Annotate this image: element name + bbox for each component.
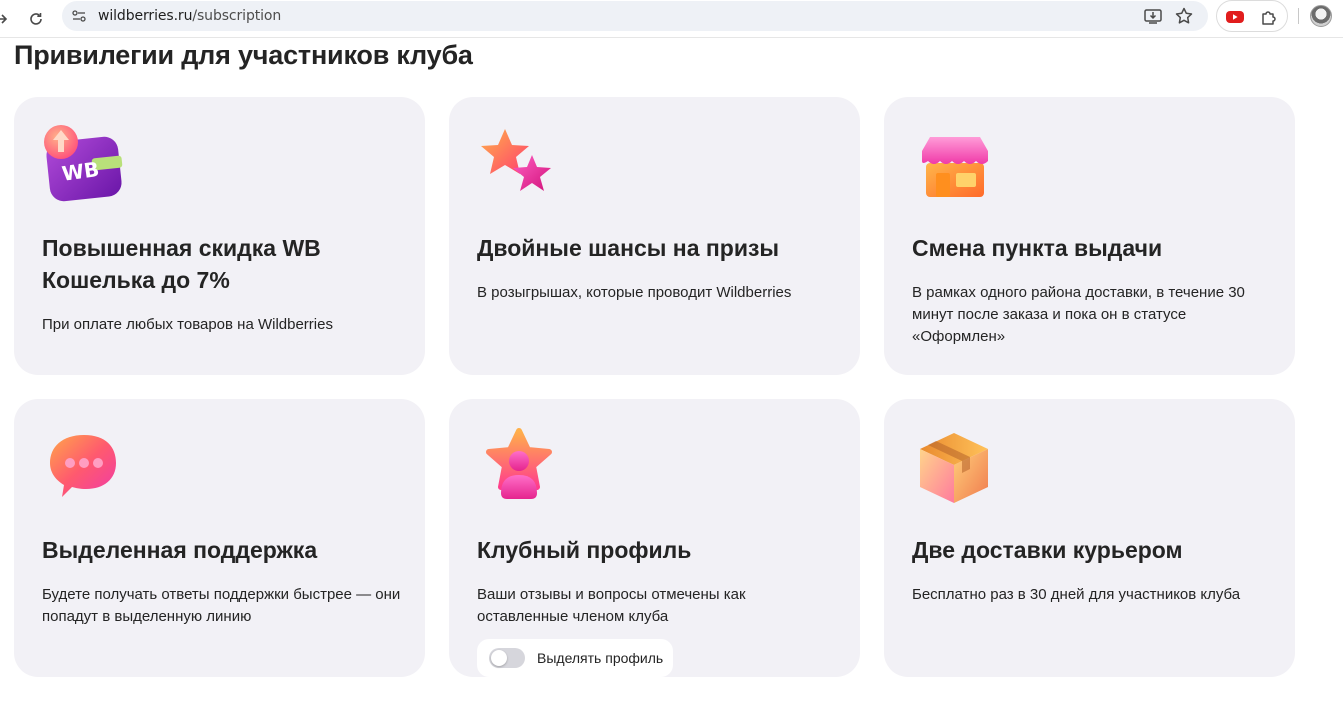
card-text: При оплате любых товаров на Wildberries <box>42 316 333 333</box>
extensions-puzzle-icon[interactable] <box>1259 7 1279 27</box>
url-text[interactable]: wildberries.ru/subscription <box>98 8 281 24</box>
toggle-switch[interactable] <box>489 648 525 668</box>
store-icon <box>910 121 1000 211</box>
box-icon <box>910 423 1000 513</box>
privilege-card-wallet-discount: WB Повышенная скидка WB Кошелька до 7% П… <box>14 97 425 375</box>
toggle-knob <box>491 650 507 666</box>
browser-toolbar: wildberries.ru/subscription <box>0 0 1343 38</box>
card-text: Будете получать ответы поддержки быстрее… <box>42 586 401 625</box>
page-title: Привилегии для участников клуба <box>14 40 473 70</box>
toolbar-divider <box>1298 8 1299 24</box>
privilege-card-double-chances: Двойные шансы на призы В розыгрышах, кот… <box>449 97 860 375</box>
chat-bubble-icon <box>40 423 130 513</box>
card-title: Выделенная поддержка <box>42 537 318 563</box>
privilege-card-pickup-change: Смена пункта выдачи В рамках одного райо… <box>884 97 1295 375</box>
card-text: Ваши отзывы и вопросы отмечены как остав… <box>477 586 746 625</box>
address-bar[interactable]: wildberries.ru/subscription <box>62 1 1208 31</box>
card-text: В розыгрышах, которые проводит Wildberri… <box>477 284 792 301</box>
card-title: Клубный профиль <box>477 537 692 563</box>
toggle-label: Выделять профиль <box>537 650 664 666</box>
forward-icon[interactable] <box>0 7 14 31</box>
card-title: Двойные шансы на призы <box>477 235 780 261</box>
url-host: wildberries.ru <box>98 8 193 24</box>
reload-icon[interactable] <box>24 7 48 31</box>
extensions-group <box>1216 0 1288 32</box>
wb-logo-text: WB <box>60 157 100 186</box>
url-path: /subscription <box>192 8 282 24</box>
card-text: Бесплатно раз в 30 дней для участников к… <box>912 586 1241 603</box>
privilege-card-club-profile: Клубный профиль Ваши отзывы и вопросы от… <box>449 399 860 677</box>
install-app-icon[interactable] <box>1143 6 1163 26</box>
card-title: Смена пункта выдачи <box>912 235 1163 261</box>
highlight-profile-toggle[interactable]: Выделять профиль <box>477 639 673 677</box>
privilege-card-support: Выделенная поддержка Будете получать отв… <box>14 399 425 677</box>
card-title: Повышенная скидка WB Кошелька до 7% <box>42 235 321 293</box>
bookmark-star-icon[interactable] <box>1174 6 1194 26</box>
youtube-extension-icon[interactable] <box>1225 7 1245 27</box>
star-profile-icon <box>475 423 565 513</box>
card-text: В рамках одного района доставки, в течен… <box>912 284 1245 345</box>
site-settings-icon[interactable] <box>71 8 87 24</box>
stars-icon <box>475 121 565 211</box>
profile-avatar[interactable] <box>1310 5 1332 27</box>
privilege-card-courier-delivery: Две доставки курьером Бесплатно раз в 30… <box>884 399 1295 677</box>
card-title: Две доставки курьером <box>912 537 1183 563</box>
wb-wallet-icon: WB <box>40 121 130 211</box>
